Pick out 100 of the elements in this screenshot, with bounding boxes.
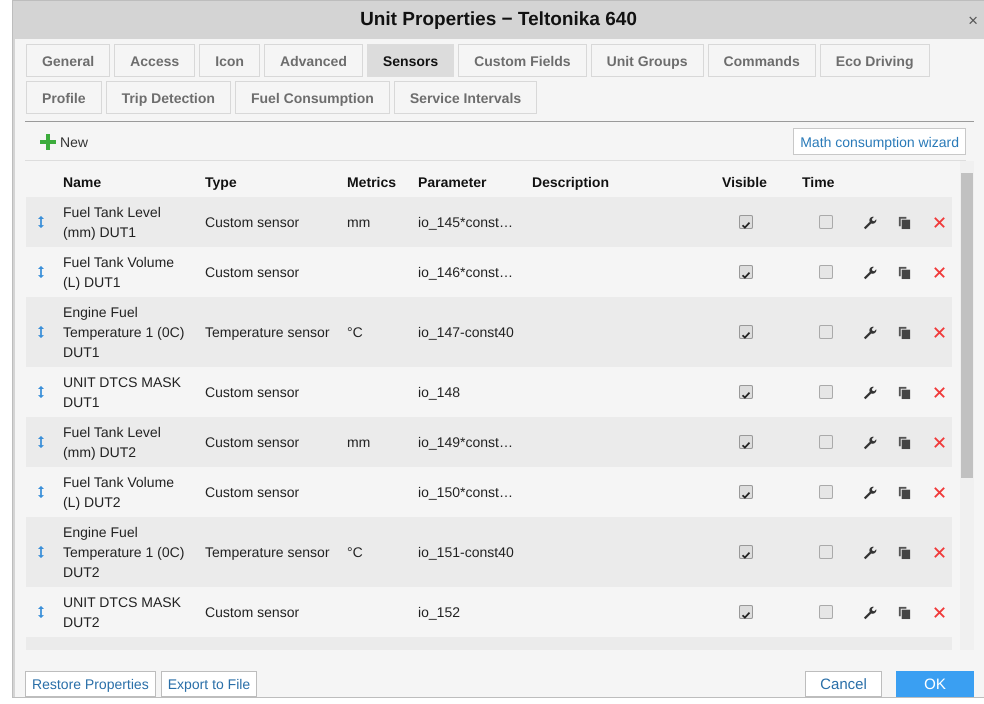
wrench-icon[interactable] (862, 604, 877, 620)
copy-icon[interactable] (897, 484, 912, 500)
column-header: Name (63, 173, 102, 192)
wrench-icon[interactable] (862, 384, 877, 400)
checkbox[interactable] (819, 385, 833, 399)
tab[interactable]: Advanced (264, 44, 363, 77)
table-cell-text: Engine Fuel Temperature 1 (0C) DUT2 (63, 523, 186, 582)
table-cell-text: UNIT DTCS MASK DUT1 (63, 373, 182, 412)
table-row[interactable]: Fuel Tank Level (mm) DUT1 Custom sensor mm io_145*const… (26, 197, 952, 247)
table-cell-text: io_152 (418, 603, 460, 622)
table-cell-text: Fuel Tank Level (mm) DUT1 (63, 203, 162, 242)
checkbox[interactable] (819, 215, 833, 229)
checkbox[interactable] (739, 545, 753, 559)
plus-icon (40, 134, 56, 150)
copy-icon[interactable] (897, 324, 912, 340)
table-cell-text: Custom sensor (205, 433, 300, 452)
table-cell-text: Engine Fuel Temperature 1 (0C) DUT1 (63, 303, 186, 362)
table-cell-text: io_149*const… (418, 433, 513, 452)
table-cell-text: Fuel Tank Volume (L) DUT1 (63, 253, 176, 292)
table-cell-text: Fuel Tank Level (mm) DUT2 (63, 423, 162, 462)
copy-icon[interactable] (897, 384, 912, 400)
scrollbar[interactable] (960, 161, 974, 650)
table-cell-text: Temperature sensor (205, 323, 330, 342)
table-row[interactable]: Engine Fuel Temperature 1 (0C) DUT1 Temperature sensor °C io_147-const40 (26, 297, 952, 367)
tab[interactable]: Trip Detection (106, 81, 231, 114)
checkbox[interactable] (819, 325, 833, 339)
checkbox[interactable] (739, 325, 753, 339)
window-title: Unit Properties − Teltonika 640 (360, 9, 637, 31)
delete-icon[interactable] (932, 604, 947, 620)
copy-icon[interactable] (897, 264, 912, 280)
table-cell-text: io_145*const… (418, 213, 513, 232)
delete-icon[interactable] (932, 324, 947, 340)
tab[interactable]: General (26, 44, 110, 77)
table-cell-text: °C (347, 543, 363, 562)
tab[interactable]: Sensors (366, 44, 454, 77)
table-row[interactable]: Engine Fuel Temperature 1 (0C) DUT2 Temperature sensor °C io_151-const40 (26, 517, 952, 587)
wrench-icon[interactable] (862, 544, 877, 560)
delete-icon[interactable] (932, 434, 947, 450)
checkbox[interactable] (819, 435, 833, 449)
table-cell-text: Custom sensor (205, 483, 300, 502)
checkbox[interactable] (819, 545, 833, 559)
wrench-icon[interactable] (862, 434, 877, 450)
tab[interactable]: Fuel Consumption (234, 81, 390, 114)
wrench-icon[interactable] (862, 214, 877, 230)
copy-icon[interactable] (897, 214, 912, 230)
table-cell-text: Custom sensor (205, 383, 300, 402)
table-cell-text: io_151-const40 (418, 543, 514, 562)
table-cell-text: io_146*const… (418, 263, 513, 282)
footer-button[interactable]: Restore Properties (25, 671, 156, 697)
column-header: Description (532, 173, 610, 192)
column-header: Parameter (418, 173, 486, 192)
checkbox[interactable] (739, 385, 753, 399)
table-cell-text: UNIT DTCS MASK DUT2 (63, 593, 182, 632)
cancel-button[interactable]: Cancel (805, 671, 882, 697)
wrench-icon[interactable] (862, 264, 877, 280)
wrench-icon[interactable] (862, 484, 877, 500)
tab[interactable]: Service Intervals (394, 81, 538, 114)
copy-icon[interactable] (897, 544, 912, 560)
copy-icon[interactable] (897, 434, 912, 450)
column-header: Type (205, 173, 237, 192)
ok-button[interactable]: OK (896, 671, 974, 697)
footer-button[interactable]: Export to File (160, 671, 258, 697)
table-row[interactable]: Fuel Tank Level (mm) DUT2 Custom sensor mm io_149*const… (26, 417, 952, 467)
checkbox[interactable] (739, 485, 753, 499)
table-cell-text: Custom sensor (205, 263, 300, 282)
checkbox[interactable] (819, 265, 833, 279)
checkbox[interactable] (739, 265, 753, 279)
copy-icon[interactable] (897, 604, 912, 620)
table-cell-text: mm (347, 433, 370, 452)
delete-icon[interactable] (932, 544, 947, 560)
new-button[interactable]: New (40, 134, 88, 150)
checkbox[interactable] (739, 435, 753, 449)
checkbox[interactable] (819, 485, 833, 499)
delete-icon[interactable] (932, 384, 947, 400)
tab[interactable]: Eco Driving (820, 44, 930, 77)
tab[interactable]: Access (114, 44, 196, 77)
tab[interactable]: Profile (26, 81, 102, 114)
checkbox[interactable] (739, 215, 753, 229)
wrench-icon[interactable] (862, 324, 877, 340)
checkbox[interactable] (819, 605, 833, 619)
column-header: Visible (722, 173, 767, 192)
table-cell-text: io_147-const40 (418, 323, 514, 342)
delete-icon[interactable] (932, 214, 947, 230)
table-cell-text: mm (347, 213, 370, 232)
checkbox[interactable] (739, 605, 753, 619)
tab[interactable]: Unit Groups (590, 44, 704, 77)
tab[interactable]: Commands (708, 44, 816, 77)
tab[interactable]: Icon (199, 44, 260, 77)
wizard-button[interactable]: Math consumption wizard (793, 128, 966, 155)
delete-icon[interactable] (932, 264, 947, 280)
table-cell-text: Custom sensor (205, 213, 300, 232)
table-cell-text: Custom sensor (205, 603, 300, 622)
delete-icon[interactable] (932, 484, 947, 500)
tab[interactable]: Custom Fields (458, 44, 587, 77)
table-cell-text: Temperature sensor (205, 543, 330, 562)
close-button[interactable]: × (968, 11, 978, 31)
column-header: Metrics (347, 173, 396, 192)
table-cell-text: °C (347, 323, 363, 342)
table-cell-text: io_150*const… (418, 483, 513, 502)
table-cell-text: Fuel Tank Volume (L) DUT2 (63, 473, 176, 512)
